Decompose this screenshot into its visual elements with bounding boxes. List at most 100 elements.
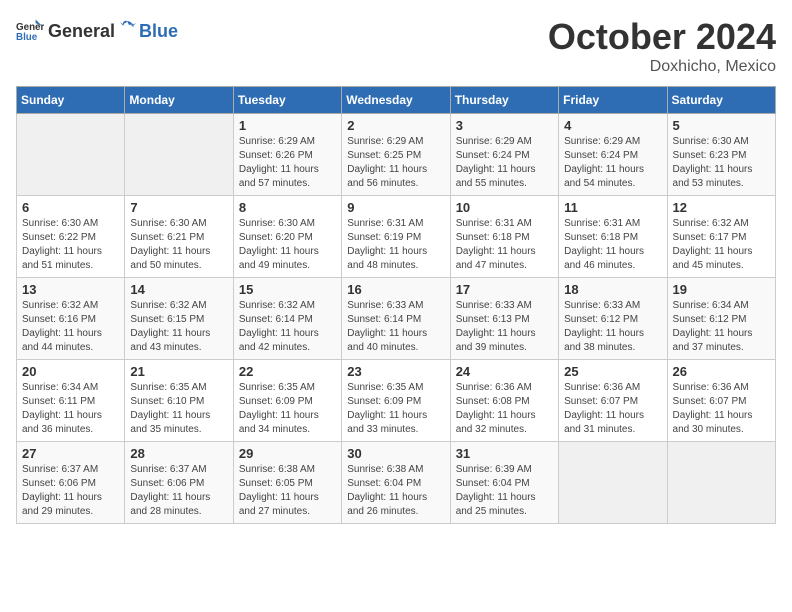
calendar-day-cell: 12 Sunrise: 6:32 AMSunset: 6:17 PMDaylig…: [667, 196, 775, 278]
day-number: 12: [673, 200, 770, 215]
day-info: Sunrise: 6:38 AMSunset: 6:04 PMDaylight:…: [347, 464, 427, 517]
day-number: 29: [239, 446, 336, 461]
day-info: Sunrise: 6:32 AMSunset: 6:15 PMDaylight:…: [130, 300, 210, 353]
calendar-table: SundayMondayTuesdayWednesdayThursdayFrid…: [16, 86, 776, 524]
day-number: 10: [456, 200, 553, 215]
calendar-day-cell: [559, 442, 667, 524]
logo-general-text: General: [48, 21, 115, 42]
calendar-day-cell: 25 Sunrise: 6:36 AMSunset: 6:07 PMDaylig…: [559, 360, 667, 442]
day-number: 18: [564, 282, 661, 297]
day-number: 16: [347, 282, 444, 297]
weekday-header-row: SundayMondayTuesdayWednesdayThursdayFrid…: [17, 87, 776, 114]
day-number: 13: [22, 282, 119, 297]
weekday-header-cell: Wednesday: [342, 87, 450, 114]
day-number: 28: [130, 446, 227, 461]
day-number: 31: [456, 446, 553, 461]
logo-icon: General Blue: [16, 16, 44, 44]
calendar-day-cell: 27 Sunrise: 6:37 AMSunset: 6:06 PMDaylig…: [17, 442, 125, 524]
weekday-header-cell: Monday: [125, 87, 233, 114]
calendar-day-cell: 11 Sunrise: 6:31 AMSunset: 6:18 PMDaylig…: [559, 196, 667, 278]
calendar-day-cell: 7 Sunrise: 6:30 AMSunset: 6:21 PMDayligh…: [125, 196, 233, 278]
day-info: Sunrise: 6:35 AMSunset: 6:09 PMDaylight:…: [347, 382, 427, 435]
day-number: 9: [347, 200, 444, 215]
calendar-day-cell: 9 Sunrise: 6:31 AMSunset: 6:19 PMDayligh…: [342, 196, 450, 278]
calendar-day-cell: 29 Sunrise: 6:38 AMSunset: 6:05 PMDaylig…: [233, 442, 341, 524]
day-info: Sunrise: 6:32 AMSunset: 6:16 PMDaylight:…: [22, 300, 102, 353]
calendar-day-cell: 18 Sunrise: 6:33 AMSunset: 6:12 PMDaylig…: [559, 278, 667, 360]
weekday-header-cell: Thursday: [450, 87, 558, 114]
day-number: 14: [130, 282, 227, 297]
day-number: 27: [22, 446, 119, 461]
calendar-week-row: 27 Sunrise: 6:37 AMSunset: 6:06 PMDaylig…: [17, 442, 776, 524]
calendar-day-cell: 2 Sunrise: 6:29 AMSunset: 6:25 PMDayligh…: [342, 114, 450, 196]
month-title: October 2024: [548, 16, 776, 58]
day-info: Sunrise: 6:37 AMSunset: 6:06 PMDaylight:…: [130, 464, 210, 517]
calendar-day-cell: [17, 114, 125, 196]
weekday-header-cell: Tuesday: [233, 87, 341, 114]
location-title: Doxhicho, Mexico: [548, 58, 776, 76]
day-info: Sunrise: 6:32 AMSunset: 6:14 PMDaylight:…: [239, 300, 319, 353]
svg-text:Blue: Blue: [16, 32, 38, 43]
title-block: October 2024 Doxhicho, Mexico: [548, 16, 776, 76]
calendar-day-cell: 5 Sunrise: 6:30 AMSunset: 6:23 PMDayligh…: [667, 114, 775, 196]
day-info: Sunrise: 6:38 AMSunset: 6:05 PMDaylight:…: [239, 464, 319, 517]
day-number: 22: [239, 364, 336, 379]
day-info: Sunrise: 6:31 AMSunset: 6:19 PMDaylight:…: [347, 218, 427, 271]
calendar-day-cell: 20 Sunrise: 6:34 AMSunset: 6:11 PMDaylig…: [17, 360, 125, 442]
logo-bird-icon: [118, 19, 136, 37]
day-info: Sunrise: 6:34 AMSunset: 6:11 PMDaylight:…: [22, 382, 102, 435]
day-number: 19: [673, 282, 770, 297]
day-info: Sunrise: 6:33 AMSunset: 6:13 PMDaylight:…: [456, 300, 536, 353]
day-number: 26: [673, 364, 770, 379]
day-info: Sunrise: 6:35 AMSunset: 6:09 PMDaylight:…: [239, 382, 319, 435]
weekday-header-cell: Friday: [559, 87, 667, 114]
calendar-week-row: 6 Sunrise: 6:30 AMSunset: 6:22 PMDayligh…: [17, 196, 776, 278]
weekday-header-cell: Saturday: [667, 87, 775, 114]
day-info: Sunrise: 6:34 AMSunset: 6:12 PMDaylight:…: [673, 300, 753, 353]
calendar-body: 1 Sunrise: 6:29 AMSunset: 6:26 PMDayligh…: [17, 114, 776, 524]
calendar-day-cell: 22 Sunrise: 6:35 AMSunset: 6:09 PMDaylig…: [233, 360, 341, 442]
day-info: Sunrise: 6:29 AMSunset: 6:25 PMDaylight:…: [347, 136, 427, 189]
day-number: 1: [239, 118, 336, 133]
calendar-day-cell: 21 Sunrise: 6:35 AMSunset: 6:10 PMDaylig…: [125, 360, 233, 442]
day-info: Sunrise: 6:31 AMSunset: 6:18 PMDaylight:…: [456, 218, 536, 271]
day-info: Sunrise: 6:29 AMSunset: 6:24 PMDaylight:…: [564, 136, 644, 189]
day-number: 30: [347, 446, 444, 461]
calendar-day-cell: 28 Sunrise: 6:37 AMSunset: 6:06 PMDaylig…: [125, 442, 233, 524]
day-info: Sunrise: 6:29 AMSunset: 6:26 PMDaylight:…: [239, 136, 319, 189]
calendar-day-cell: 31 Sunrise: 6:39 AMSunset: 6:04 PMDaylig…: [450, 442, 558, 524]
day-number: 4: [564, 118, 661, 133]
day-number: 8: [239, 200, 336, 215]
day-info: Sunrise: 6:36 AMSunset: 6:07 PMDaylight:…: [673, 382, 753, 435]
page-header: General Blue General Blue October 2024 D…: [16, 16, 776, 76]
calendar-day-cell: 10 Sunrise: 6:31 AMSunset: 6:18 PMDaylig…: [450, 196, 558, 278]
weekday-header-cell: Sunday: [17, 87, 125, 114]
calendar-day-cell: 17 Sunrise: 6:33 AMSunset: 6:13 PMDaylig…: [450, 278, 558, 360]
day-info: Sunrise: 6:30 AMSunset: 6:20 PMDaylight:…: [239, 218, 319, 271]
day-number: 15: [239, 282, 336, 297]
calendar-day-cell: 26 Sunrise: 6:36 AMSunset: 6:07 PMDaylig…: [667, 360, 775, 442]
calendar-day-cell: 14 Sunrise: 6:32 AMSunset: 6:15 PMDaylig…: [125, 278, 233, 360]
day-number: 17: [456, 282, 553, 297]
calendar-day-cell: 30 Sunrise: 6:38 AMSunset: 6:04 PMDaylig…: [342, 442, 450, 524]
day-info: Sunrise: 6:29 AMSunset: 6:24 PMDaylight:…: [456, 136, 536, 189]
day-number: 6: [22, 200, 119, 215]
calendar-day-cell: [667, 442, 775, 524]
day-number: 5: [673, 118, 770, 133]
day-number: 25: [564, 364, 661, 379]
calendar-day-cell: 1 Sunrise: 6:29 AMSunset: 6:26 PMDayligh…: [233, 114, 341, 196]
calendar-week-row: 20 Sunrise: 6:34 AMSunset: 6:11 PMDaylig…: [17, 360, 776, 442]
calendar-week-row: 13 Sunrise: 6:32 AMSunset: 6:16 PMDaylig…: [17, 278, 776, 360]
day-number: 21: [130, 364, 227, 379]
day-info: Sunrise: 6:39 AMSunset: 6:04 PMDaylight:…: [456, 464, 536, 517]
day-number: 20: [22, 364, 119, 379]
day-info: Sunrise: 6:33 AMSunset: 6:12 PMDaylight:…: [564, 300, 644, 353]
day-info: Sunrise: 6:35 AMSunset: 6:10 PMDaylight:…: [130, 382, 210, 435]
day-number: 24: [456, 364, 553, 379]
day-info: Sunrise: 6:36 AMSunset: 6:08 PMDaylight:…: [456, 382, 536, 435]
calendar-day-cell: 19 Sunrise: 6:34 AMSunset: 6:12 PMDaylig…: [667, 278, 775, 360]
day-info: Sunrise: 6:30 AMSunset: 6:21 PMDaylight:…: [130, 218, 210, 271]
calendar-day-cell: 23 Sunrise: 6:35 AMSunset: 6:09 PMDaylig…: [342, 360, 450, 442]
calendar-day-cell: 3 Sunrise: 6:29 AMSunset: 6:24 PMDayligh…: [450, 114, 558, 196]
calendar-day-cell: 4 Sunrise: 6:29 AMSunset: 6:24 PMDayligh…: [559, 114, 667, 196]
